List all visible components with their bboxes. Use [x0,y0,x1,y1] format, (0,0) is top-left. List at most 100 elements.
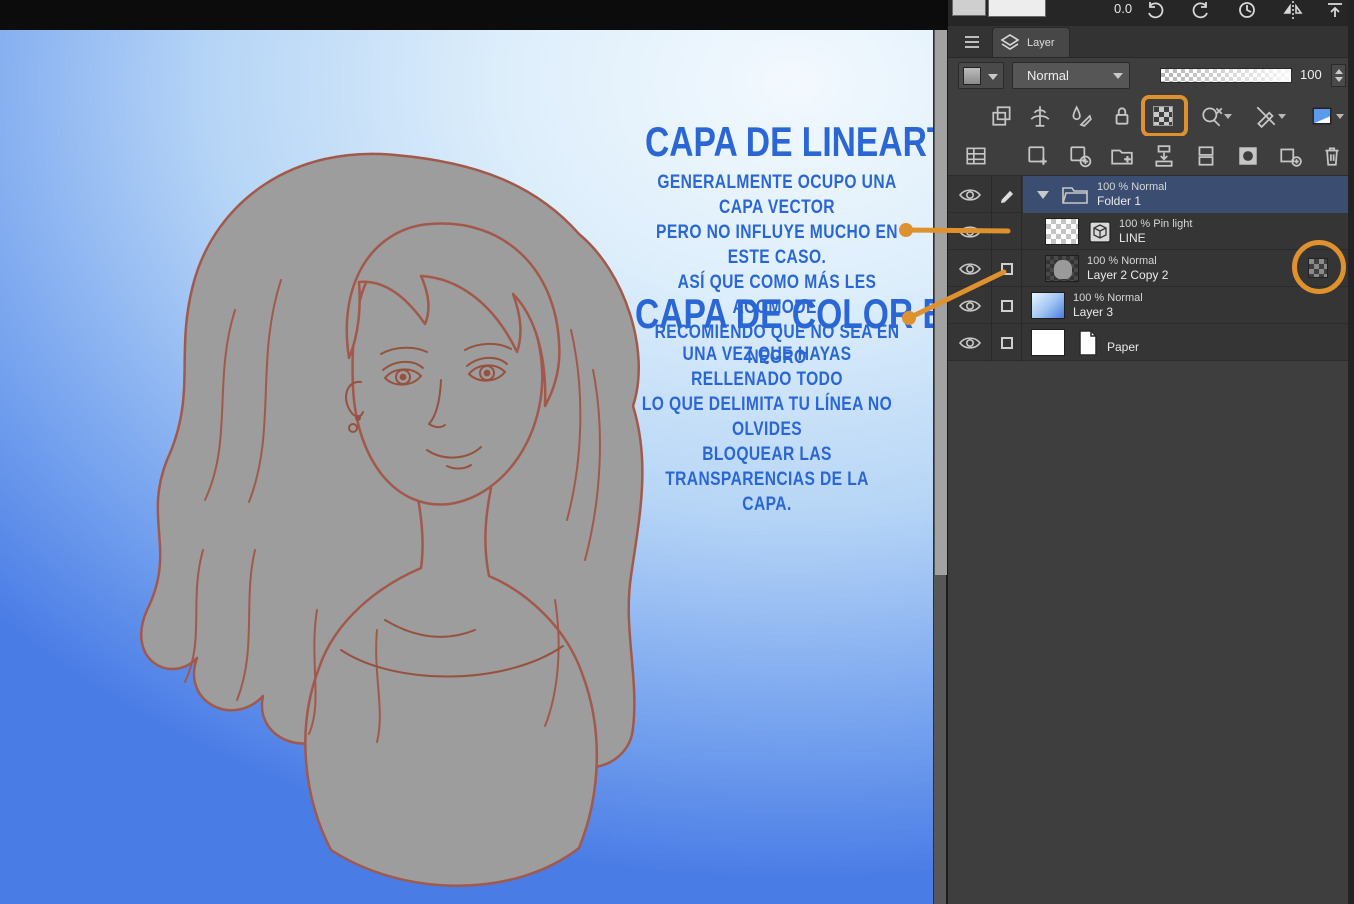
edit-target-cell[interactable] [992,324,1022,361]
layer-color-icon[interactable] [1310,104,1334,128]
visibility-toggle[interactable] [948,324,992,361]
eye-icon [958,188,981,201]
menu-icon[interactable] [962,33,982,51]
layer-row-layer-2-copy-2[interactable]: 100 % Normal Layer 2 Copy 2 [948,240,1348,294]
layer-row-content[interactable]: Paper [1023,324,1348,361]
layer-blend-label: 100 % Normal [1087,254,1157,267]
draft-layer-icon[interactable] [1069,104,1093,128]
visibility-toggle[interactable] [948,250,992,287]
opacity-value: 100 [1300,67,1322,82]
transfer-down-icon[interactable] [1152,144,1176,168]
palette-tab-row: Layer [948,26,1348,58]
eye-icon [958,336,981,349]
visibility-toggle[interactable] [948,213,992,250]
annotation-colorbase-title: CAPA DE COLOR BASE [635,290,933,337]
layer-row-content[interactable]: 100 % Pin light LINE [1023,213,1348,250]
layer-row-layer-3[interactable]: 100 % Normal Layer 3 [948,287,1348,324]
reset-rotation-icon[interactable] [1236,0,1258,21]
layer-checkbox[interactable] [1000,299,1013,312]
visibility-toggle[interactable] [948,287,992,324]
layer-toolbar-row1 [948,94,1348,137]
layer-blend-label: 100 % Normal [1073,291,1143,304]
chevron-down-icon [1113,73,1123,79]
rotate-left-icon[interactable] [1144,0,1166,21]
cropped-input-box[interactable] [988,0,1046,17]
annotation-colorbase: CAPA DE COLOR BASE UNA VEZ QUE HAYAS REL… [635,290,933,517]
blend-opacity-row: Normal 100 [948,58,1348,94]
layer-toolbar-row2 [948,136,1348,176]
cropped-input-box[interactable] [952,0,986,16]
layer-panel: 0.0 Layer Normal 100 100 % Normal Folder… [948,0,1354,904]
visibility-toggle[interactable] [948,176,992,213]
stepper-down-icon[interactable] [1334,77,1343,82]
chevron-down-icon[interactable] [1278,114,1286,119]
flip-horizontal-icon[interactable] [1282,0,1304,21]
layer-thumbnail[interactable] [1045,218,1079,245]
layer-sample-swatch [963,67,981,85]
edit-target-cell[interactable] [992,213,1022,250]
layer-name-label: Paper [1107,340,1140,354]
eye-icon [958,225,981,238]
layer-row-content[interactable]: 100 % Normal Layer 3 [1023,287,1348,324]
pen-icon [1000,190,1013,203]
reference-layer-icon[interactable] [1028,104,1052,128]
eye-icon [958,262,981,275]
chevron-down-icon[interactable] [1224,114,1232,119]
layer-name-label: Layer 3 [1073,304,1114,319]
layer-row-content[interactable]: 100 % Normal Folder 1 [1023,176,1348,213]
folder-icon [1061,184,1089,206]
layer-row-paper[interactable]: Paper [948,324,1348,361]
edit-target-cell[interactable] [992,176,1022,213]
clip-at-layer-below-icon[interactable] [990,104,1014,128]
scrollbar-thumb[interactable] [935,30,947,575]
chevron-down-icon[interactable] [1336,114,1344,119]
layer-thumbnail[interactable] [1031,292,1065,319]
annotation-circle [1292,240,1346,294]
layer-blend-label: 100 % Normal [1097,180,1167,193]
edit-target-cell[interactable] [992,287,1022,324]
thumbnail-figure [1054,260,1072,279]
stepper-up-icon[interactable] [1334,69,1343,74]
vertical-scrollbar[interactable] [933,30,948,904]
palette-grid-icon[interactable] [964,144,988,168]
layer-blend-label: 100 % Pin light [1119,217,1193,230]
layer-name-label: Folder 1 [1097,193,1142,208]
rotate-right-icon[interactable] [1190,0,1212,21]
blend-mode-value: Normal [1027,68,1069,83]
chevron-down-icon [988,74,998,80]
layer-thumbnail[interactable] [1045,255,1079,282]
enable-mask-icon[interactable] [1200,104,1224,128]
opacity-slider[interactable] [1160,68,1292,83]
delete-layer-icon[interactable] [1320,144,1344,168]
layer-sample-dropdown[interactable] [958,62,1004,89]
layer-checkbox[interactable] [1000,336,1013,349]
lock-layer-icon[interactable] [1110,104,1134,128]
rotation-value: 0.0 [1114,1,1133,16]
layer-checkbox[interactable] [1000,262,1013,275]
apply-mask-icon[interactable] [1278,144,1302,168]
tab-layer[interactable]: Layer [992,27,1070,57]
edit-target-cell[interactable] [992,250,1022,287]
blend-mode-dropdown[interactable]: Normal [1012,62,1130,89]
panel-right-edge [1348,0,1354,904]
layer-row-folder-1[interactable]: 100 % Normal Folder 1 [948,176,1348,213]
annotation-colorbase-line: BLOQUEAR LAS TRANSPARENCIAS DE LA [665,443,869,490]
annotation-colorbase-line: LO QUE DELIMITA TU LÍNEA NO OLVIDES [641,393,893,440]
layer-row-line[interactable]: 100 % Pin light LINE [948,213,1348,250]
drawing-canvas[interactable]: CAPA DE LINEART GENERALMENTE OCUPO UNA C… [0,30,933,904]
annotation-lineart-line: PERO NO INFLUYE MUCHO EN ESTE CASO. [656,221,898,268]
collapse-chevron-icon[interactable] [1037,190,1049,199]
new-raster-layer-icon[interactable] [1026,144,1050,168]
opacity-stepper[interactable] [1331,64,1346,87]
new-layer-dialog-icon[interactable] [1068,144,1092,168]
ruler-range-icon[interactable] [1254,104,1278,128]
layer-thumbnail[interactable] [1031,329,1065,356]
merge-down-icon[interactable] [1194,144,1218,168]
annotation-colorbase-line: UNA VEZ QUE HAYAS RELLENADO TODO [682,343,852,390]
annotation-colorbase-line: CAPA. [742,493,792,515]
layer-name-label: Layer 2 Copy 2 [1087,267,1169,282]
layers-stack-icon [999,33,1021,53]
fit-to-screen-icon[interactable] [1324,0,1346,21]
new-folder-icon[interactable] [1110,144,1134,168]
create-mask-icon[interactable] [1236,144,1260,168]
